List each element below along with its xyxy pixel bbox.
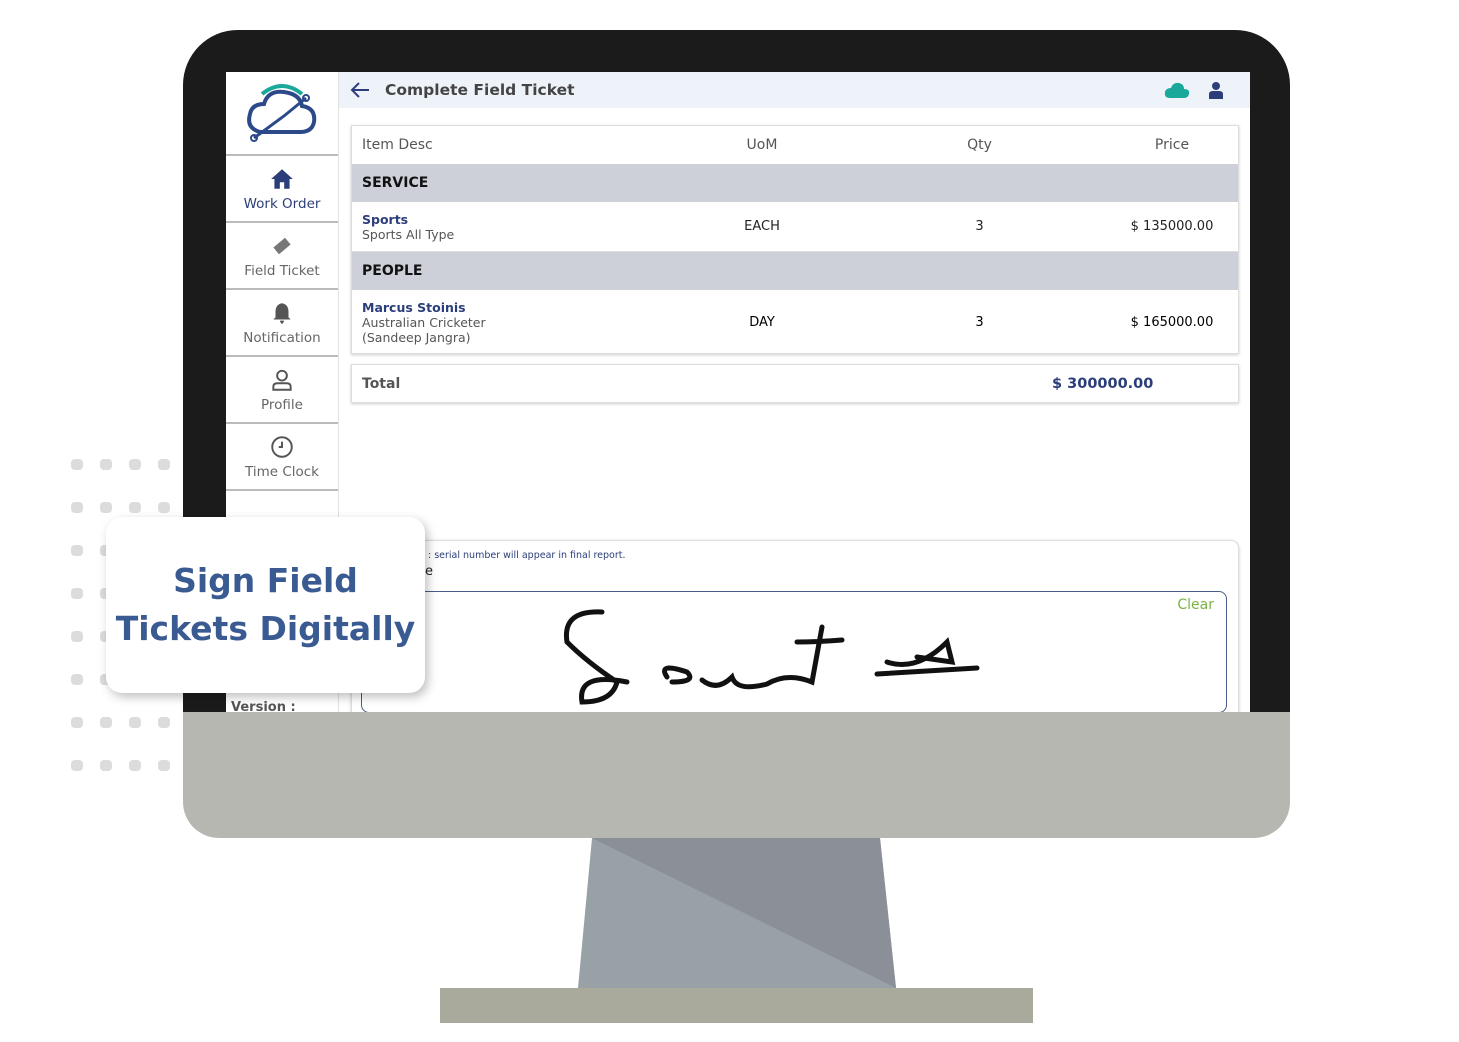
sidebar-item-work-order[interactable]: Work Order	[226, 156, 338, 223]
cloud-icon[interactable]	[1164, 81, 1190, 99]
monitor-base	[440, 988, 1033, 1023]
header: Complete Field Ticket	[339, 72, 1250, 108]
column-header: UoM	[746, 137, 778, 153]
dot	[158, 760, 170, 771]
item-price: $ 135000.00	[1130, 219, 1214, 234]
callout-line: Sign Field	[173, 561, 358, 600]
home-icon	[271, 168, 293, 189]
sidebar-item-notification[interactable]: Notification	[226, 290, 338, 357]
logo	[226, 72, 338, 156]
item-qty: 3	[975, 219, 984, 234]
callout-line: Tickets Digitally	[115, 609, 416, 648]
item-desc: (Sandeep Jangra)	[362, 329, 471, 345]
dot	[158, 459, 170, 470]
dot	[71, 760, 83, 771]
dot	[129, 717, 141, 728]
table-row[interactable]: Marcus Stoinis Australian Cricketer (Sande…	[352, 290, 1238, 354]
ticket-icon	[273, 237, 291, 254]
dot	[100, 717, 112, 728]
dot	[71, 502, 83, 513]
item-name: Marcus Stoinis	[362, 299, 466, 315]
dot	[71, 631, 83, 642]
sidebar-item-label: Field Ticket	[244, 262, 320, 279]
signature-card: : serial number will appear in final rep…	[351, 540, 1239, 712]
sidebar-item-label: Notification	[243, 329, 321, 346]
dot	[100, 459, 112, 470]
table-header: Item Desc UoM Qty Price	[352, 126, 1238, 164]
dot	[100, 502, 112, 513]
column-header: Qty	[967, 137, 992, 153]
column-header: Item Desc	[362, 137, 433, 153]
column-header: Price	[1154, 137, 1190, 153]
sidebar-item-label: Time Clock	[244, 463, 319, 480]
dot	[129, 459, 141, 470]
sidebar-item-label: Work Order	[243, 195, 321, 212]
monitor-stand	[578, 838, 896, 988]
arrow-left-icon[interactable]	[349, 80, 371, 100]
item-uom: DAY	[749, 314, 775, 330]
feature-callout: Sign Field Tickets Digitally	[106, 517, 425, 693]
sidebar-item-label: Profile	[261, 396, 303, 413]
signature-drawing	[563, 609, 980, 705]
table-row[interactable]: Sports Sports All Type EACH 3 $ 135000.00	[352, 202, 1238, 252]
item-desc: Sports All Type	[362, 226, 455, 242]
section-header: SERVICE	[352, 164, 1238, 202]
item-price: $ 165000.00	[1130, 314, 1214, 330]
dot	[71, 545, 83, 556]
dot	[100, 760, 112, 771]
sidebar-item-profile[interactable]: Profile	[226, 357, 338, 424]
item-desc: Australian Cricketer	[362, 314, 486, 330]
user-outline-icon	[272, 369, 292, 391]
clear-button[interactable]: Clear	[1177, 597, 1214, 613]
item-name: Sports	[362, 211, 409, 227]
signature-pad[interactable]: Clear	[361, 591, 1227, 712]
dot	[129, 760, 141, 771]
version-label: Version :	[231, 700, 296, 712]
monitor-chin	[183, 712, 1290, 838]
bell-icon	[273, 302, 291, 324]
dot	[129, 502, 141, 513]
clock-icon	[271, 435, 293, 458]
signature-label: e	[425, 564, 433, 579]
total-row: Total $ 300000.00	[351, 364, 1239, 403]
sidebar-item-field-ticket[interactable]: Field Ticket	[226, 223, 338, 290]
dot	[71, 459, 83, 470]
total-label: Total	[362, 375, 401, 392]
page-title: Complete Field Ticket	[385, 81, 575, 99]
user-icon[interactable]	[1208, 81, 1224, 99]
total-value: $ 300000.00	[1052, 375, 1154, 392]
dot	[71, 674, 83, 685]
items-table: Item Desc UoM Qty Price SERVICE Sports Sp…	[351, 125, 1239, 354]
cloud-logo-icon	[247, 84, 317, 142]
sidebar-item-time-clock[interactable]: Time Clock	[226, 424, 338, 491]
dot	[158, 717, 170, 728]
dot	[158, 502, 170, 513]
section-header: PEOPLE	[352, 252, 1238, 290]
dot	[71, 588, 83, 599]
dot	[71, 717, 83, 728]
signature-note: : serial number will appear in final rep…	[428, 550, 626, 561]
item-qty: 3	[975, 314, 984, 330]
item-uom: EACH	[744, 219, 780, 234]
